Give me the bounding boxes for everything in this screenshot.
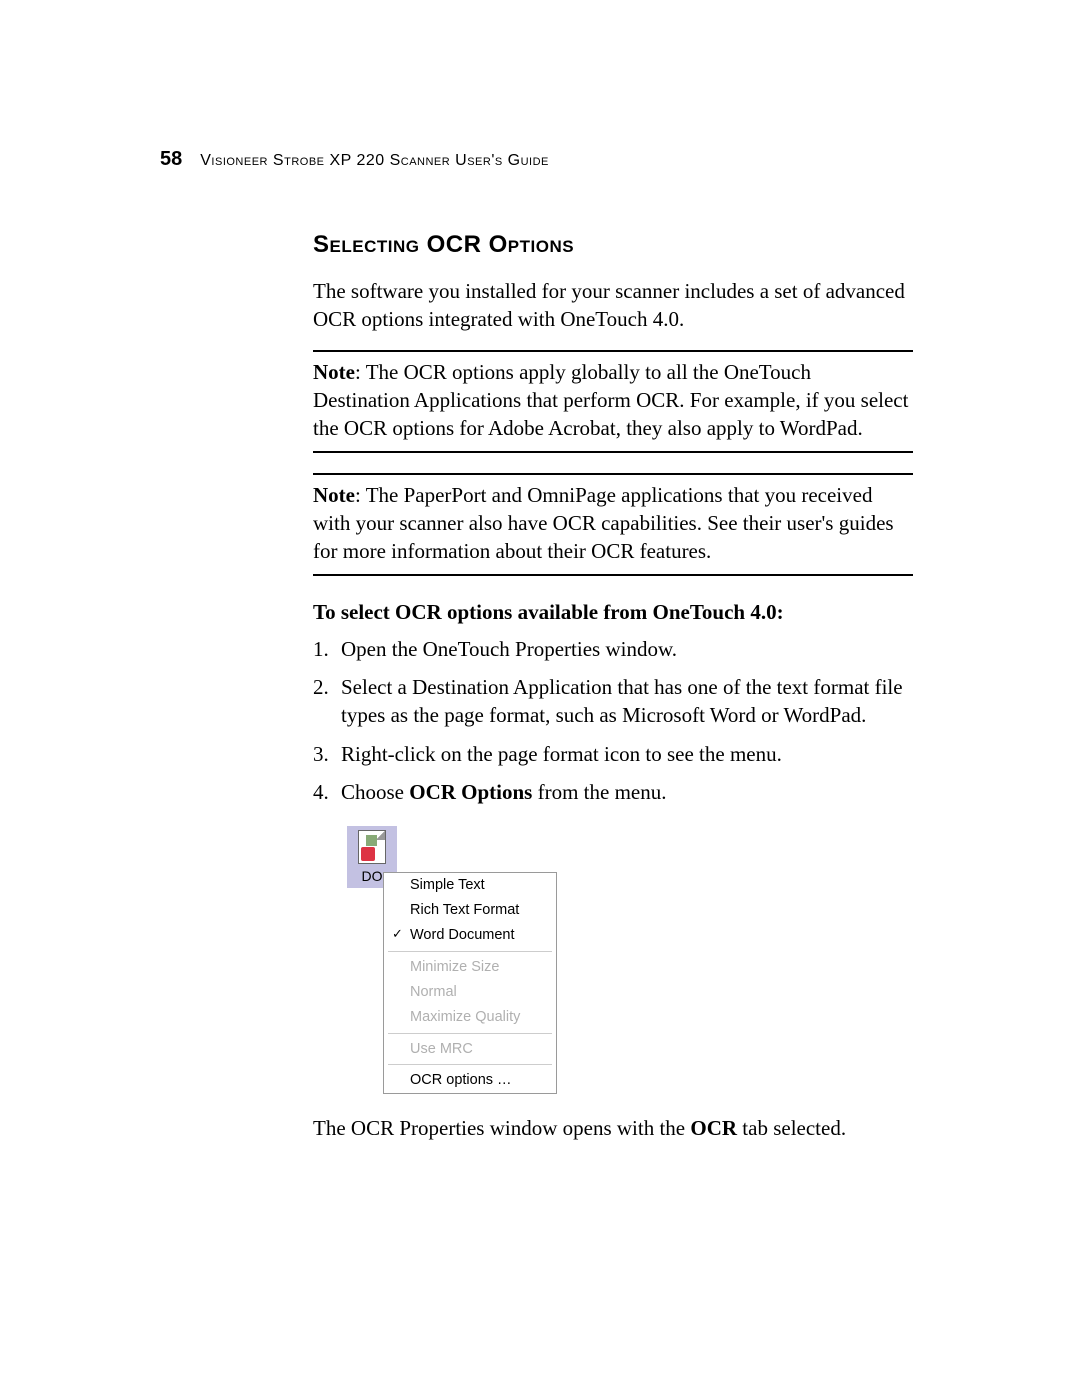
menu-separator	[388, 951, 552, 952]
step-4: Choose OCR Options from the menu.	[313, 778, 913, 806]
step-4-pre: Choose	[341, 780, 409, 804]
menu-item-ocr-options[interactable]: OCR options …	[384, 1068, 556, 1093]
page-header: 58 Visioneer Strobe XP 220 Scanner User'…	[160, 148, 920, 171]
note-box-1: Note: The OCR options apply globally to …	[313, 350, 913, 453]
menu-item-rich-text[interactable]: Rich Text Format	[384, 898, 556, 923]
menu-item-word-document[interactable]: Word Document	[384, 923, 556, 948]
menu-item-use-mrc: Use MRC	[384, 1037, 556, 1062]
header-title: Visioneer Strobe XP 220 Scanner User's G…	[200, 152, 549, 170]
closing-bold: OCR	[690, 1116, 737, 1140]
note-label: Note	[313, 483, 355, 507]
menu-separator	[388, 1033, 552, 1034]
step-1: Open the OneTouch Properties window.	[313, 635, 913, 663]
closing-pre: The OCR Properties window opens with the	[313, 1116, 690, 1140]
intro-paragraph: The software you installed for your scan…	[313, 277, 913, 334]
note-label: Note	[313, 360, 355, 384]
closing-post: tab selected.	[737, 1116, 846, 1140]
context-menu: Simple Text Rich Text Format Word Docume…	[383, 872, 557, 1094]
step-list: Open the OneTouch Properties window. Sel…	[313, 635, 913, 807]
closing-paragraph: The OCR Properties window opens with the…	[313, 1114, 913, 1142]
step-4-post: from the menu.	[532, 780, 666, 804]
note-box-2: Note: The PaperPort and OmniPage applica…	[313, 473, 913, 576]
page-number: 58	[160, 148, 182, 171]
document-icon	[358, 830, 386, 864]
note-text-1: : The OCR options apply globally to all …	[313, 360, 908, 441]
section-heading: Selecting OCR Options	[313, 231, 913, 259]
content-area: Selecting OCR Options The software you i…	[313, 231, 913, 1143]
menu-item-maximize-quality: Maximize Quality	[384, 1005, 556, 1030]
step-2: Select a Destination Application that ha…	[313, 673, 913, 730]
note-text-2: : The PaperPort and OmniPage application…	[313, 483, 894, 564]
sub-heading: To select OCR options available from One…	[313, 600, 913, 625]
step-4-bold: OCR Options	[409, 780, 532, 804]
menu-figure: DO Simple Text Rich Text Format Word Doc…	[347, 826, 913, 1094]
step-3: Right-click on the page format icon to s…	[313, 740, 913, 768]
menu-item-minimize-size: Minimize Size	[384, 955, 556, 980]
document-page: 58 Visioneer Strobe XP 220 Scanner User'…	[160, 148, 920, 1143]
menu-item-normal: Normal	[384, 980, 556, 1005]
menu-item-simple-text[interactable]: Simple Text	[384, 873, 556, 898]
menu-separator	[388, 1064, 552, 1065]
